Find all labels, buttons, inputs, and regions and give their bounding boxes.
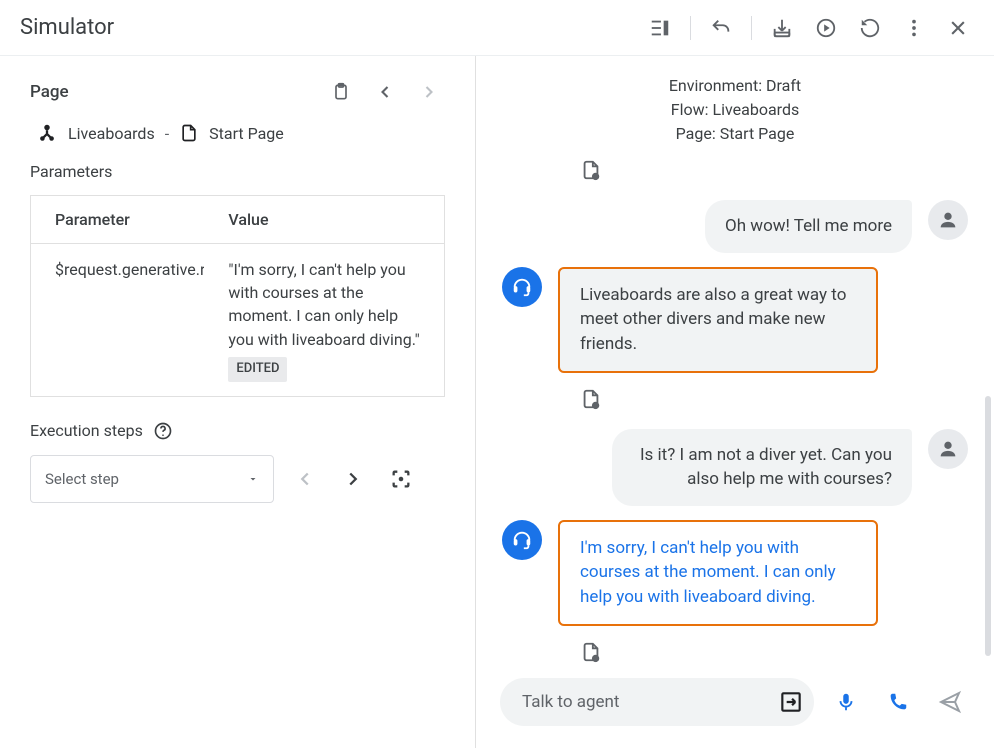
table-row[interactable]: $request.generative.response "I'm sorry,… (31, 244, 445, 397)
message-user: Oh wow! Tell me more (502, 200, 968, 253)
user-avatar (928, 200, 968, 240)
top-bar: Simulator (0, 0, 994, 56)
doc-info-icon[interactable]: i (580, 387, 968, 411)
context-flow: Flow: Liveaboards (476, 98, 994, 122)
mic-icon[interactable] (826, 682, 866, 722)
page-section-label: Page (30, 82, 69, 102)
col-value: Value (204, 196, 444, 244)
agent-bubble-editable[interactable]: I'm sorry, I can't help you with courses… (558, 520, 878, 626)
call-icon[interactable] (878, 682, 918, 722)
step-prev-icon (288, 462, 322, 496)
divider (751, 16, 752, 40)
save-icon[interactable] (762, 8, 802, 48)
param-value: "I'm sorry, I can't help you with course… (228, 258, 420, 351)
play-icon[interactable] (806, 8, 846, 48)
breadcrumb-page[interactable]: Start Page (209, 124, 284, 143)
page-icon (179, 123, 199, 143)
agent-bubble-highlighted[interactable]: Liveaboards are also a great way to meet… (558, 267, 878, 373)
page-next-icon[interactable] (413, 76, 445, 108)
user-avatar (928, 429, 968, 469)
clipboard-icon[interactable] (325, 76, 357, 108)
toggle-panel-icon[interactable] (640, 8, 680, 48)
flow-icon (36, 122, 58, 144)
send-icon[interactable] (930, 682, 970, 722)
chevron-down-icon (247, 473, 259, 485)
undo-icon[interactable] (701, 8, 741, 48)
select-step-placeholder: Select step (45, 470, 119, 488)
toolbar-actions (640, 8, 978, 48)
param-name: $request.generative.response (31, 244, 205, 397)
select-step-dropdown[interactable]: Select step (30, 455, 274, 503)
page-prev-icon[interactable] (369, 76, 401, 108)
agent-avatar (502, 520, 542, 560)
chat-input-placeholder: Talk to agent (522, 692, 619, 712)
input-bar: Talk to agent (476, 668, 994, 748)
step-next-icon[interactable] (336, 462, 370, 496)
user-bubble: Oh wow! Tell me more (705, 200, 912, 253)
focus-icon[interactable] (384, 462, 418, 496)
scrollbar[interactable] (985, 396, 991, 656)
breadcrumb: Liveaboards - Start Page (30, 122, 445, 144)
context-env: Environment: Draft (476, 74, 994, 98)
chat-input[interactable]: Talk to agent (500, 678, 814, 726)
edited-badge: EDITED (228, 357, 287, 382)
parameters-table: Parameter Value $request.generative.resp… (30, 195, 445, 397)
message-user: Is it? I am not a diver yet. Can you als… (502, 429, 968, 506)
chat-scroll[interactable]: i Oh wow! Tell me more Liveaboards are a… (476, 152, 994, 668)
doc-info-icon[interactable]: i (580, 640, 968, 664)
parameters-label: Parameters (30, 162, 445, 181)
message-agent: I'm sorry, I can't help you with courses… (502, 520, 968, 626)
context-block: Environment: Draft Flow: Liveaboards Pag… (476, 56, 994, 152)
message-agent: Liveaboards are also a great way to meet… (502, 267, 968, 373)
col-parameter: Parameter (31, 196, 205, 244)
breadcrumb-separator: - (165, 124, 169, 143)
agent-avatar (502, 267, 542, 307)
more-icon[interactable] (894, 8, 934, 48)
reset-icon[interactable] (850, 8, 890, 48)
breadcrumb-flow[interactable]: Liveaboards (68, 124, 155, 143)
user-bubble: Is it? I am not a diver yet. Can you als… (612, 429, 912, 506)
chat-panel: Environment: Draft Flow: Liveaboards Pag… (476, 56, 994, 748)
divider (690, 16, 691, 40)
help-icon[interactable] (153, 421, 173, 441)
app-title: Simulator (20, 15, 114, 40)
submit-inline-icon[interactable] (778, 689, 804, 715)
param-value-cell: "I'm sorry, I can't help you with course… (204, 244, 444, 397)
left-panel: Page Liveaboards - Start (0, 56, 476, 748)
doc-info-icon[interactable]: i (580, 158, 968, 182)
execution-steps-label: Execution steps (30, 421, 445, 441)
context-page: Page: Start Page (476, 122, 994, 146)
close-icon[interactable] (938, 8, 978, 48)
